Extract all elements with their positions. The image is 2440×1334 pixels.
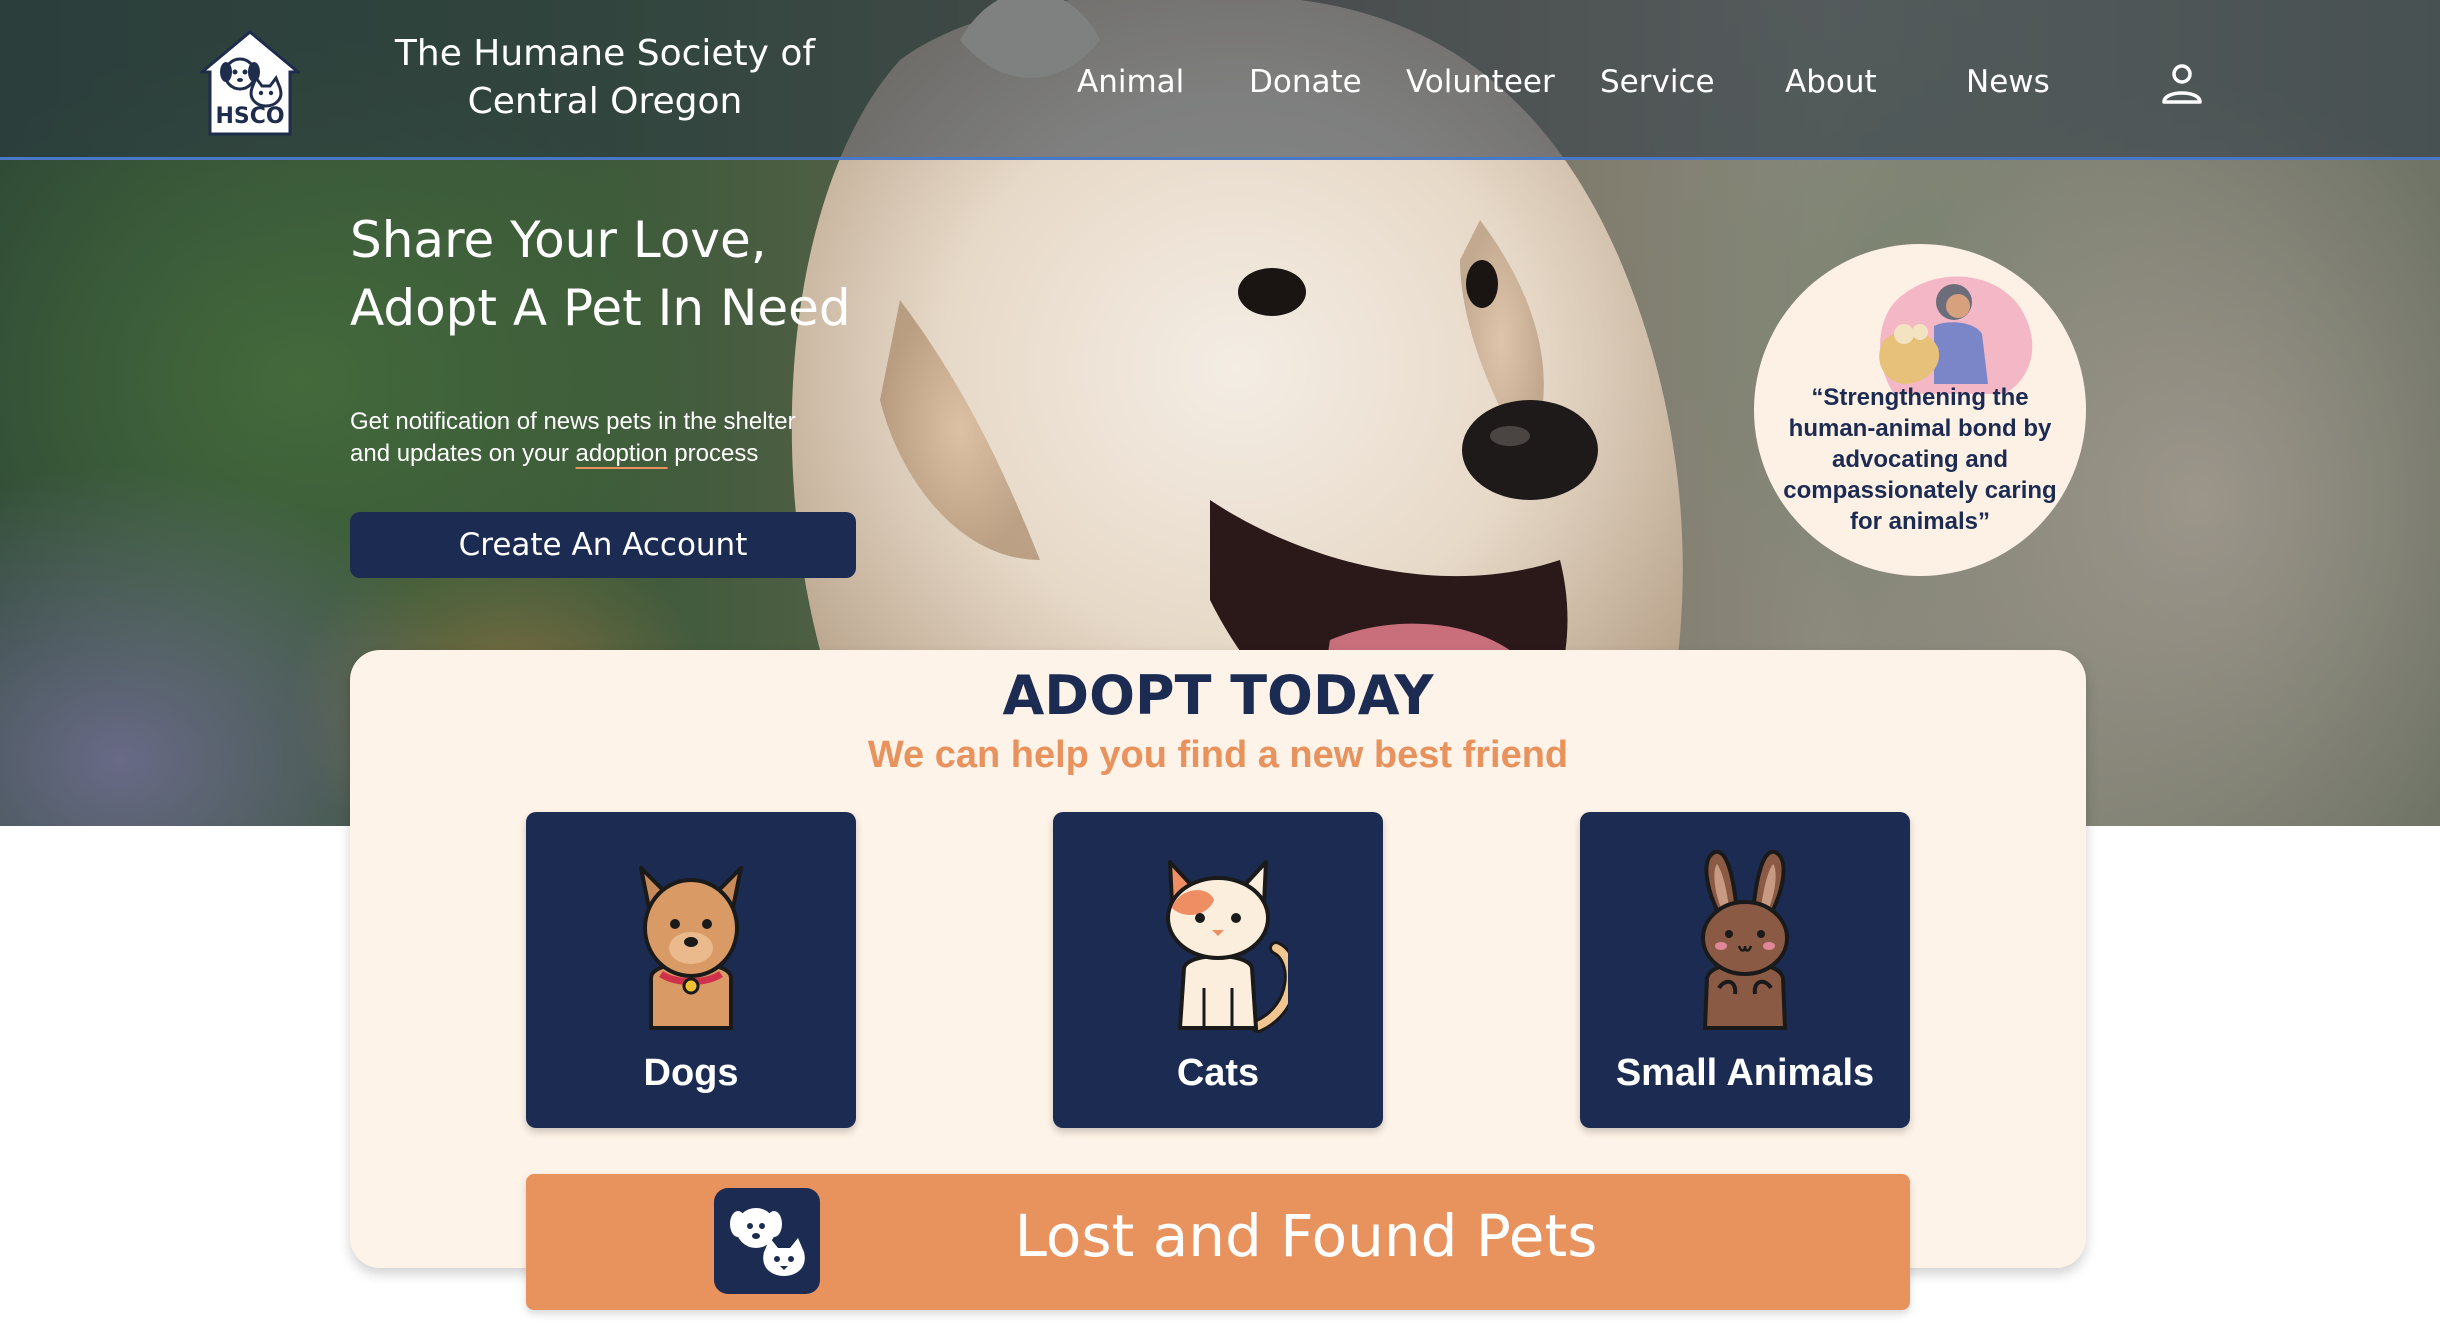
headline-line-2: Adopt A Pet In Need	[350, 279, 851, 337]
nav-donate[interactable]: Donate	[1249, 64, 1362, 100]
category-dogs-label: Dogs	[643, 1052, 739, 1094]
lost-and-found-label: Lost and Found Pets	[1014, 1202, 1598, 1270]
nav-volunteer[interactable]: Volunteer	[1406, 64, 1555, 100]
category-small-animals[interactable]: Small Animals	[1580, 812, 1910, 1128]
mission-statement: “Strengthening the human-animal bond by …	[1783, 384, 2057, 535]
category-cats-label: Cats	[1176, 1052, 1260, 1094]
rabbit-icon	[1701, 849, 1789, 1030]
adopt-subtitle: We can help you find a new best friend	[867, 734, 1569, 776]
hero-subtext: Get notification of news pets in the she…	[350, 406, 870, 470]
adoption-link[interactable]: adoption	[576, 440, 668, 467]
hero-headline: Share Your Love, Adopt A Pet In Need	[350, 206, 910, 342]
nav-service[interactable]: Service	[1600, 64, 1715, 100]
create-account-button[interactable]: Create An Account	[350, 512, 856, 578]
nav-news[interactable]: News	[1966, 64, 2050, 100]
lost-and-found-button[interactable]: Lost and Found Pets	[526, 1174, 1910, 1310]
logo-text: HSCO	[215, 104, 285, 129]
category-cats[interactable]: Cats	[1053, 812, 1383, 1128]
user-icon[interactable]	[2160, 62, 2204, 106]
subtext-line-1: Get notification of news pets in the she…	[350, 408, 796, 435]
dog-cat-icon	[714, 1188, 820, 1294]
subtext-line-2: and updates on your adoption process	[350, 438, 870, 470]
subtext-post: process	[667, 440, 759, 467]
organization-name[interactable]: The Humane Society of Central Oregon	[370, 30, 840, 126]
adopt-title: ADOPT TODAY	[1002, 664, 1434, 727]
nav-animal[interactable]: Animal	[1077, 64, 1184, 100]
cat-icon	[1166, 860, 1288, 1033]
mission-bubble: “Strengthening the human-animal bond by …	[1754, 244, 2086, 576]
top-navbar: HSCO The Humane Society of Central Orego…	[0, 0, 2440, 160]
nav-about[interactable]: About	[1785, 64, 1877, 100]
dog-icon	[639, 866, 743, 1030]
category-small-animals-label: Small Animals	[1615, 1052, 1875, 1094]
headline-line-1: Share Your Love,	[350, 211, 767, 269]
hsco-logo[interactable]: HSCO	[197, 30, 303, 138]
subtext-pre: and updates on your	[350, 440, 576, 467]
category-dogs[interactable]: Dogs	[526, 812, 856, 1128]
